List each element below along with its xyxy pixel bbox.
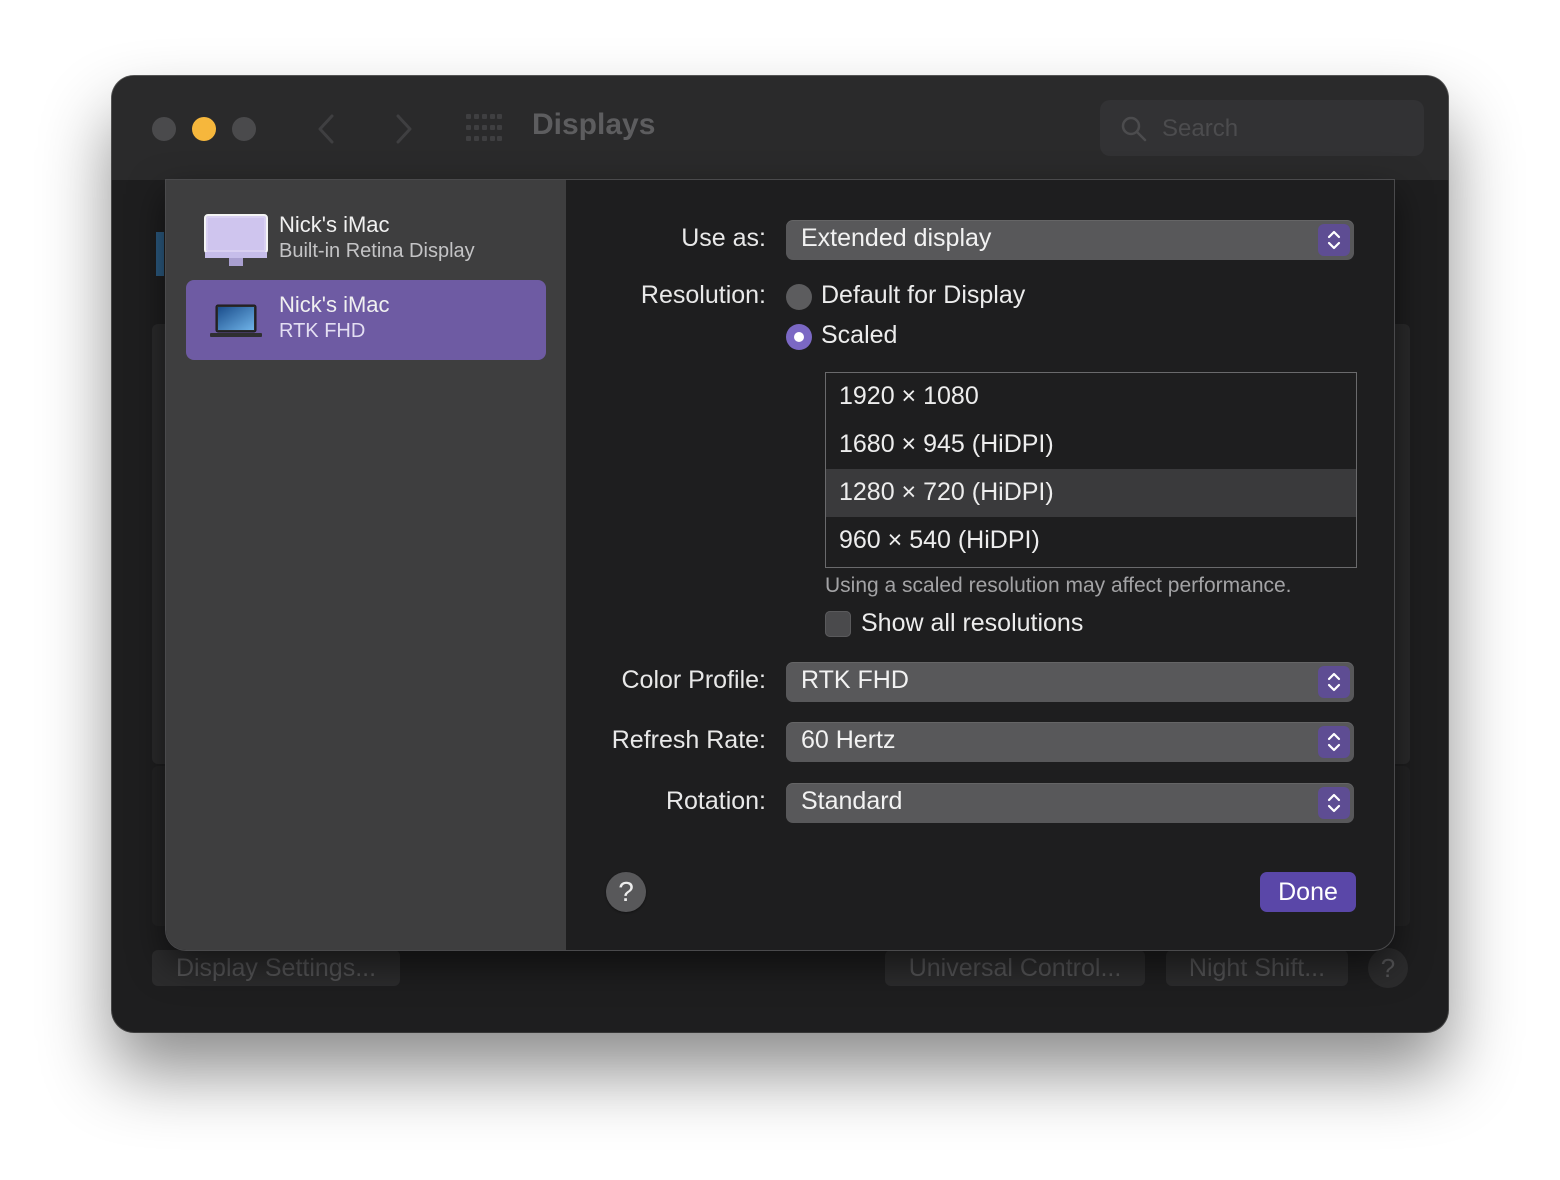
imac-icon [204, 214, 268, 266]
radio-scaled-label: Scaled [821, 321, 898, 349]
display-settings-button: Display Settings... [152, 950, 400, 986]
refresh-rate-label: Refresh Rate: [611, 726, 766, 754]
use-as-label: Use as: [681, 224, 766, 252]
popup-stepper-icon [1318, 666, 1350, 698]
popup-stepper-icon [1318, 224, 1350, 256]
scaled-performance-note: Using a scaled resolution may affect per… [825, 574, 1292, 597]
color-profile-popup[interactable]: RTK FHD [786, 662, 1354, 702]
window-title: Displays [532, 108, 656, 141]
resolution-value: 960 × 540 (HiDPI) [839, 526, 1040, 554]
refresh-rate-value: 60 Hertz [801, 726, 896, 754]
popup-stepper-icon [1318, 726, 1350, 758]
resolution-row[interactable]: 1680 × 945 (HiDPI) [826, 421, 1356, 469]
resolution-value: 1920 × 1080 [839, 382, 979, 410]
color-profile-label: Color Profile: [621, 666, 767, 694]
close-button[interactable] [152, 117, 176, 141]
display-settings-sheet: Nick's iMac Built-in Retina Display Nick [166, 180, 1394, 950]
show-all-resolutions-checkbox[interactable] [825, 611, 851, 637]
back-chevron-icon[interactable] [312, 110, 342, 148]
forward-chevron-icon[interactable] [388, 110, 418, 148]
radio-default-label: Default for Display [821, 281, 1026, 309]
refresh-rate-popup[interactable]: 60 Hertz [786, 722, 1354, 762]
search-input[interactable] [1160, 110, 1404, 148]
display-name: Nick's iMac [279, 212, 390, 237]
display-subtitle: Built-in Retina Display [279, 240, 475, 262]
use-as-value: Extended display [801, 224, 992, 252]
display-item-rtk-fhd[interactable]: Nick's iMac RTK FHD [186, 280, 546, 360]
search-icon [1121, 116, 1147, 142]
background-help-button: ? [1368, 948, 1408, 988]
resolution-row[interactable]: 960 × 540 (HiDPI) [826, 517, 1356, 565]
resolution-label: Resolution: [640, 281, 766, 309]
show-all-resolutions-label: Show all resolutions [861, 609, 1084, 637]
resolution-list: 1920 × 1080 1680 × 945 (HiDPI) 1280 × 72… [825, 372, 1357, 568]
display-settings-content: Use as: Extended display Resolution: Def… [566, 180, 1394, 950]
radio-default-for-display[interactable] [786, 284, 812, 310]
display-item-builtin[interactable]: Nick's iMac Built-in Retina Display [186, 200, 546, 280]
done-button[interactable]: Done [1260, 872, 1356, 912]
minimize-button[interactable] [192, 117, 216, 141]
display-sidebar: Nick's iMac Built-in Retina Display Nick [166, 180, 566, 950]
display-subtitle: RTK FHD [279, 320, 366, 342]
displays-window: Displays Display Settings... Universal C… [112, 76, 1448, 1032]
display-name: Nick's iMac [279, 292, 390, 317]
radio-scaled[interactable] [786, 324, 812, 350]
universal-control-button: Universal Control... [885, 950, 1145, 986]
rotation-label: Rotation: [665, 787, 766, 815]
resolution-value: 1680 × 945 (HiDPI) [839, 430, 1054, 458]
zoom-button[interactable] [232, 117, 256, 141]
color-profile-value: RTK FHD [801, 666, 909, 694]
search-field[interactable] [1100, 100, 1424, 156]
resolution-row[interactable]: 1920 × 1080 [826, 373, 1356, 421]
night-shift-button: Night Shift... [1166, 950, 1348, 986]
rotation-value: Standard [801, 787, 903, 815]
resolution-row-selected[interactable]: 1280 × 720 (HiDPI) [826, 469, 1356, 517]
rotation-popup[interactable]: Standard [786, 783, 1354, 823]
grid-icon[interactable] [466, 114, 502, 142]
background-arrangement-indicator [156, 232, 164, 276]
resolution-value: 1280 × 720 (HiDPI) [839, 478, 1054, 506]
help-button[interactable]: ? [606, 872, 646, 912]
titlebar: Displays [112, 76, 1448, 180]
laptop-display-icon [210, 304, 262, 337]
popup-stepper-icon [1318, 787, 1350, 819]
use-as-popup[interactable]: Extended display [786, 220, 1354, 260]
